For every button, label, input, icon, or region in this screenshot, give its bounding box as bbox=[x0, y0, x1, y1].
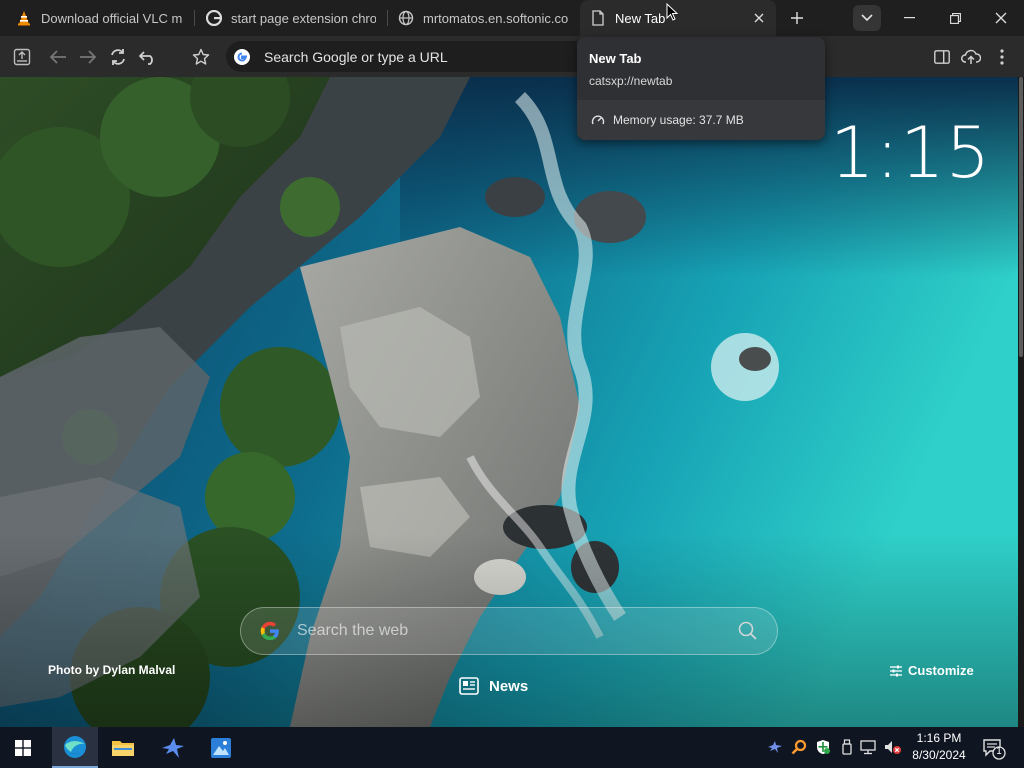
restore-icon bbox=[949, 12, 961, 24]
forward-button[interactable] bbox=[75, 44, 101, 70]
tab-strip: Download official VLC media start page e… bbox=[0, 0, 1024, 36]
news-button[interactable]: News bbox=[459, 677, 528, 695]
tab-vlc[interactable]: Download official VLC media bbox=[6, 0, 192, 36]
scrollbar-thumb[interactable] bbox=[1019, 77, 1023, 357]
close-window-button[interactable] bbox=[978, 0, 1024, 36]
undo-icon bbox=[139, 51, 153, 65]
page-icon bbox=[590, 10, 606, 26]
google-g-icon bbox=[260, 621, 279, 641]
cloud-upload-icon bbox=[961, 49, 981, 64]
photo-credit[interactable]: Photo by Dylan Malval bbox=[48, 663, 175, 677]
clock: 1:15 bbox=[830, 112, 992, 194]
taskbar-browser[interactable] bbox=[52, 727, 98, 768]
sliders-icon bbox=[890, 665, 902, 676]
hover-card-title: New Tab bbox=[589, 51, 642, 66]
newspaper-icon bbox=[459, 677, 479, 695]
start-button[interactable] bbox=[0, 727, 46, 768]
bookmark-button[interactable] bbox=[188, 44, 214, 70]
taskbar-app-photos[interactable] bbox=[198, 727, 244, 768]
tab-title: Download official VLC media bbox=[41, 10, 182, 26]
tab-separator bbox=[194, 10, 195, 26]
extension-upload-button[interactable] bbox=[958, 44, 984, 70]
web-search-input[interactable] bbox=[297, 622, 737, 640]
plus-icon bbox=[791, 12, 803, 24]
tab-title: start page extension chrome bbox=[231, 10, 376, 26]
star-icon bbox=[192, 48, 210, 65]
tray-volume-muted-icon[interactable] bbox=[884, 738, 902, 756]
google-icon bbox=[234, 48, 250, 65]
windows-logo-icon bbox=[15, 739, 31, 756]
minimize-icon bbox=[903, 17, 915, 19]
browser-app-icon bbox=[64, 735, 86, 758]
windows-taskbar: 1:16 PM 8/30/2024 1 bbox=[0, 727, 1024, 768]
upload-tray-button[interactable] bbox=[9, 44, 35, 70]
new-tab-page: 1:15 Photo by Dylan Malval Customize New… bbox=[0, 77, 1018, 727]
tray-upload-icon bbox=[13, 48, 31, 66]
tray-clock[interactable]: 1:16 PM 8/30/2024 bbox=[906, 730, 972, 764]
tab-start-page[interactable]: start page extension chrome bbox=[196, 0, 386, 36]
page-scrollbar[interactable] bbox=[1018, 77, 1024, 727]
tray-bird-icon[interactable] bbox=[766, 738, 784, 756]
tab-new-tab[interactable]: New Tab bbox=[580, 0, 776, 36]
notification-center-button[interactable]: 1 bbox=[980, 735, 1006, 761]
restore-button[interactable] bbox=[932, 0, 978, 36]
taskbar-file-explorer[interactable] bbox=[100, 727, 146, 768]
tab-title: New Tab bbox=[615, 10, 666, 26]
tray-date: 8/30/2024 bbox=[912, 748, 966, 762]
search-icon[interactable] bbox=[737, 620, 759, 642]
hover-card-url: catsxp://newtab bbox=[589, 74, 673, 88]
notification-count: 1 bbox=[996, 746, 1002, 757]
tray-time: 1:16 PM bbox=[916, 731, 962, 745]
taskbar-app-bird[interactable] bbox=[150, 727, 196, 768]
news-label: News bbox=[489, 677, 529, 695]
mouse-cursor-icon bbox=[666, 3, 678, 21]
vlc-cone-icon bbox=[16, 10, 32, 26]
tray-network-icon[interactable] bbox=[860, 738, 878, 756]
tab-hover-card: New Tab catsxp://newtab Memory usage: 37… bbox=[577, 37, 825, 140]
hover-card-memory: Memory usage: 37.7 MB bbox=[591, 113, 744, 127]
reload-icon bbox=[111, 49, 125, 65]
arrow-left-icon bbox=[49, 50, 66, 64]
arrow-right-icon bbox=[80, 50, 97, 64]
gauge-icon bbox=[591, 115, 605, 125]
web-search-box[interactable] bbox=[240, 607, 778, 655]
kebab-menu-icon bbox=[1000, 49, 1004, 65]
bird-app-icon bbox=[162, 737, 184, 758]
omnibox[interactable]: Search Google or type a URL bbox=[226, 41, 586, 72]
tray-security-icon[interactable] bbox=[814, 738, 832, 756]
side-panel-button[interactable] bbox=[929, 44, 955, 70]
minimize-button[interactable] bbox=[886, 0, 932, 36]
menu-button[interactable] bbox=[989, 44, 1015, 70]
reload-button[interactable] bbox=[105, 44, 131, 70]
close-icon bbox=[995, 12, 1007, 24]
tray-usb-icon[interactable] bbox=[838, 738, 856, 756]
folder-icon bbox=[112, 740, 134, 756]
side-panel-icon bbox=[934, 50, 950, 64]
google-icon bbox=[206, 10, 222, 26]
tab-search-button[interactable] bbox=[853, 5, 881, 31]
tray-search-tool-icon[interactable] bbox=[790, 738, 808, 756]
tab-title: mrtomatos.en.softonic.com bbox=[423, 10, 568, 26]
memory-usage-text: Memory usage: 37.7 MB bbox=[613, 113, 744, 127]
new-tab-button[interactable] bbox=[785, 7, 809, 29]
photos-app-icon bbox=[211, 737, 231, 758]
chevron-down-icon bbox=[861, 14, 873, 22]
omnibox-text: Search Google or type a URL bbox=[264, 48, 448, 65]
back-button[interactable] bbox=[45, 44, 71, 70]
customize-label: Customize bbox=[908, 663, 974, 678]
close-tab-icon[interactable] bbox=[750, 9, 768, 27]
undo-button[interactable] bbox=[135, 44, 161, 70]
globe-icon bbox=[398, 10, 414, 26]
customize-button[interactable]: Customize bbox=[890, 663, 974, 678]
browser-toolbar: Search Google or type a URL bbox=[0, 36, 1024, 77]
tab-softonic[interactable]: mrtomatos.en.softonic.com bbox=[388, 0, 578, 36]
